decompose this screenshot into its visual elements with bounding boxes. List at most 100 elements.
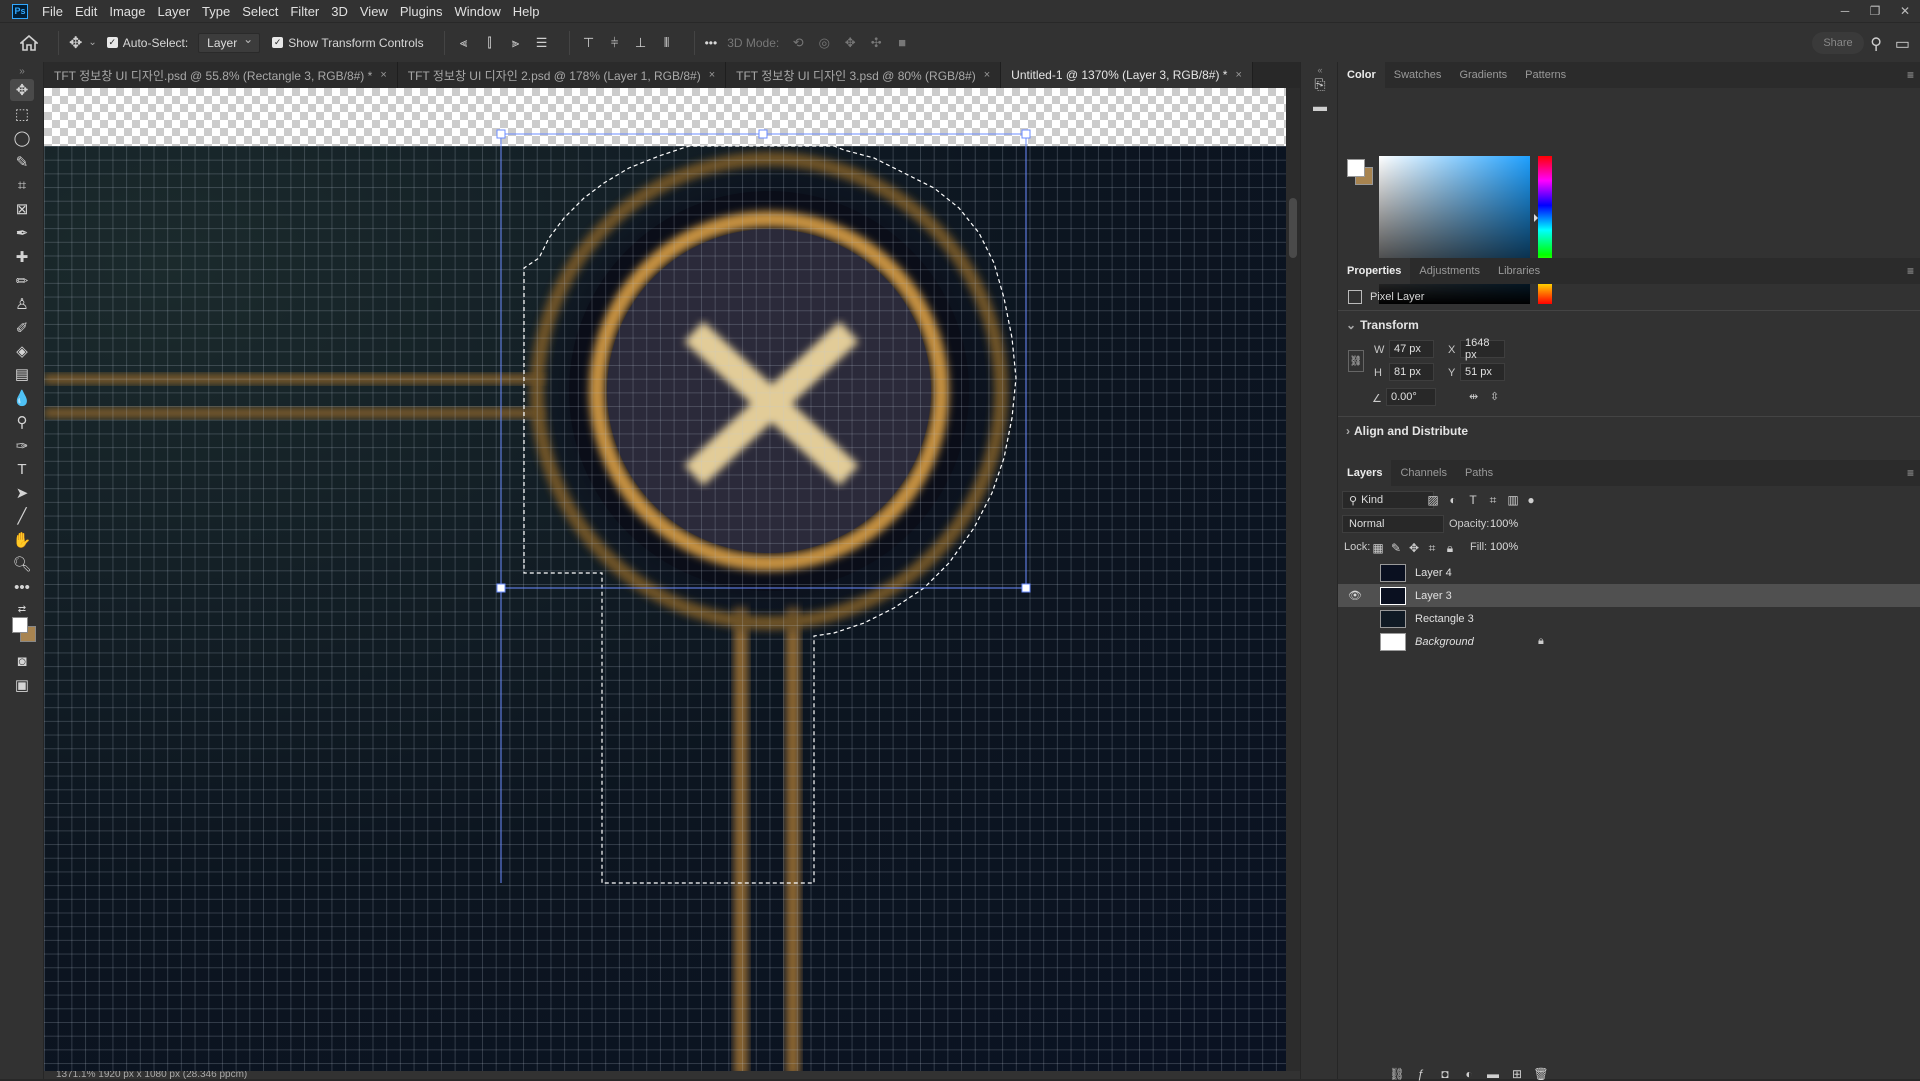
menu-filter[interactable]: Filter	[284, 4, 325, 19]
align-vertical-center-icon[interactable]: ⫩	[606, 34, 624, 52]
filter-smart-object-icon[interactable]: ▥	[1506, 493, 1520, 507]
flip-horizontal-icon[interactable]: ⇹	[1469, 390, 1478, 403]
auto-select-target-dropdown[interactable]: Layer	[198, 32, 261, 53]
edit-toolbar-icon[interactable]: •••	[10, 576, 34, 598]
close-tab-icon[interactable]: ×	[380, 69, 386, 81]
tab-document-2[interactable]: TFT 정보창 UI 디자인 2.psd @ 178% (Layer 1, RG…	[397, 62, 727, 88]
lock-transparent-icon[interactable]: ▦	[1371, 541, 1385, 555]
quick-mask-icon[interactable]: ◙	[10, 650, 34, 672]
lock-position-icon[interactable]: ✥	[1407, 541, 1421, 555]
menu-window[interactable]: Window	[448, 4, 506, 19]
menu-plugins[interactable]: Plugins	[394, 4, 449, 19]
menu-select[interactable]: Select	[236, 4, 284, 19]
clone-stamp-tool-icon[interactable]: ♙	[10, 293, 34, 315]
close-tab-icon[interactable]: ×	[984, 69, 990, 81]
menu-file[interactable]: File	[36, 4, 69, 19]
link-dimensions-icon[interactable]: ⛓	[1348, 350, 1364, 372]
foreground-color-swatch[interactable]	[12, 617, 28, 633]
move-tool-preset-icon[interactable]: ✥ ⌄	[69, 33, 97, 53]
x-field[interactable]: 1648 px	[1460, 337, 1505, 361]
search-icon[interactable]: ⚲	[1870, 34, 1882, 54]
screen-mode-icon[interactable]: ▣	[10, 674, 34, 696]
filter-toggle-icon[interactable]: ●	[1524, 493, 1538, 507]
align-distribute-section-header[interactable]: › Align and Distribute	[1346, 424, 1468, 438]
move-tool-icon[interactable]: ✥	[10, 79, 34, 101]
lock-artboard-icon[interactable]: ⌗	[1425, 541, 1439, 555]
tab-document-untitled[interactable]: Untitled-1 @ 1370% (Layer 3, RGB/8#) * ×	[1001, 62, 1253, 88]
align-top-icon[interactable]: ⊤	[580, 34, 598, 52]
tab-properties[interactable]: Properties	[1338, 258, 1411, 284]
gradient-tool-icon[interactable]: ▤	[10, 363, 34, 385]
eraser-tool-icon[interactable]: ◈	[10, 340, 34, 362]
scrollbar-thumb[interactable]	[1289, 198, 1297, 258]
transform-section-header[interactable]: ⌄ Transform	[1346, 318, 1419, 332]
pen-tool-icon[interactable]: ✑	[10, 435, 34, 457]
share-button[interactable]: Share	[1812, 32, 1864, 54]
eyedropper-tool-icon[interactable]: ✒	[10, 222, 34, 244]
menu-3d[interactable]: 3D	[325, 4, 354, 19]
width-field[interactable]: 47 px	[1389, 340, 1434, 358]
filter-adjustment-icon[interactable]: ◐	[1446, 493, 1460, 507]
filter-type-icon[interactable]: T	[1466, 493, 1480, 507]
blend-mode-dropdown[interactable]: Normal	[1342, 515, 1444, 533]
layer-row-background[interactable]: Background 🔒︎	[1338, 630, 1920, 653]
hue-slider-handle-icon[interactable]	[1534, 214, 1538, 222]
quick-selection-tool-icon[interactable]: ✎	[10, 151, 34, 173]
workspace-icon[interactable]: ▭	[1895, 34, 1910, 54]
path-selection-tool-icon[interactable]: ➤	[10, 482, 34, 504]
tab-document-1[interactable]: TFT 정보창 UI 디자인.psd @ 55.8% (Rectangle 3,…	[44, 62, 398, 88]
history-brush-tool-icon[interactable]: ✐	[10, 317, 34, 339]
tab-color[interactable]: Color	[1338, 62, 1385, 88]
comments-panel-icon[interactable]: ▬	[1312, 98, 1328, 114]
layer-row-layer-4[interactable]: Layer 4	[1338, 561, 1920, 584]
menu-help[interactable]: Help	[507, 4, 546, 19]
brush-tool-icon[interactable]: ✏	[10, 270, 34, 292]
tab-document-3[interactable]: TFT 정보창 UI 디자인 3.psd @ 80% (RGB/8#) ×	[726, 62, 1002, 88]
show-transform-checkbox[interactable]: ✓	[272, 37, 284, 48]
y-field[interactable]: 51 px	[1460, 363, 1505, 381]
auto-select-checkbox[interactable]: ✓	[106, 37, 118, 48]
tab-patterns[interactable]: Patterns	[1516, 62, 1575, 88]
close-window-button[interactable]: ✕	[1890, 0, 1920, 22]
menu-type[interactable]: Type	[196, 4, 236, 19]
flip-vertical-icon[interactable]: ⇳	[1490, 390, 1499, 403]
fill-field[interactable]: 100%	[1490, 538, 1528, 556]
layer-row-rectangle-3[interactable]: Rectangle 3	[1338, 607, 1920, 630]
distribute-vertical-icon[interactable]: ☰	[533, 34, 551, 52]
panel-menu-icon[interactable]: ≡	[1907, 264, 1914, 278]
opacity-field[interactable]: 100%	[1490, 515, 1528, 533]
tab-layers[interactable]: Layers	[1338, 460, 1392, 486]
color-foreground-swatch[interactable]	[1347, 159, 1365, 177]
tab-swatches[interactable]: Swatches	[1385, 62, 1451, 88]
crop-tool-icon[interactable]: ⌗	[10, 174, 34, 196]
layer-filter-dropdown[interactable]: ⚲ Kind	[1342, 491, 1434, 509]
align-horizontal-center-icon[interactable]: ⫿	[481, 34, 499, 52]
canvas-area[interactable]	[44, 88, 1300, 1071]
tab-adjustments[interactable]: Adjustments	[1410, 258, 1489, 284]
align-bottom-icon[interactable]: ⊥	[632, 34, 650, 52]
close-tab-icon[interactable]: ×	[709, 69, 715, 81]
close-tab-icon[interactable]: ×	[1235, 69, 1241, 81]
visibility-eye-icon[interactable]: 👁︎	[1348, 589, 1362, 602]
more-options-button[interactable]: •••	[705, 36, 718, 50]
filter-shape-icon[interactable]: ⌗	[1486, 493, 1500, 507]
layer-row-layer-3[interactable]: 👁︎ Layer 3	[1338, 584, 1920, 607]
restore-button[interactable]: ❐	[1860, 0, 1890, 22]
healing-brush-tool-icon[interactable]: ✚	[10, 246, 34, 268]
menu-image[interactable]: Image	[103, 4, 151, 19]
tab-paths[interactable]: Paths	[1456, 460, 1502, 486]
blur-tool-icon[interactable]: 💧	[10, 387, 34, 409]
menu-view[interactable]: View	[354, 4, 394, 19]
type-tool-icon[interactable]: T	[10, 458, 34, 480]
lock-image-icon[interactable]: ✎	[1389, 541, 1403, 555]
zoom-tool-icon[interactable]: 🔍︎	[10, 553, 34, 575]
vertical-scrollbar[interactable]	[1286, 88, 1300, 1071]
panel-menu-icon[interactable]: ≡	[1907, 466, 1914, 480]
frame-tool-icon[interactable]: ⊠	[10, 198, 34, 220]
height-field[interactable]: 81 px	[1389, 363, 1434, 381]
panel-menu-icon[interactable]: ≡	[1907, 68, 1914, 82]
align-right-icon[interactable]: ⫸	[507, 34, 525, 52]
distribute-horizontal-icon[interactable]: ⦀	[658, 34, 676, 52]
menu-layer[interactable]: Layer	[152, 4, 197, 19]
menu-edit[interactable]: Edit	[69, 4, 103, 19]
